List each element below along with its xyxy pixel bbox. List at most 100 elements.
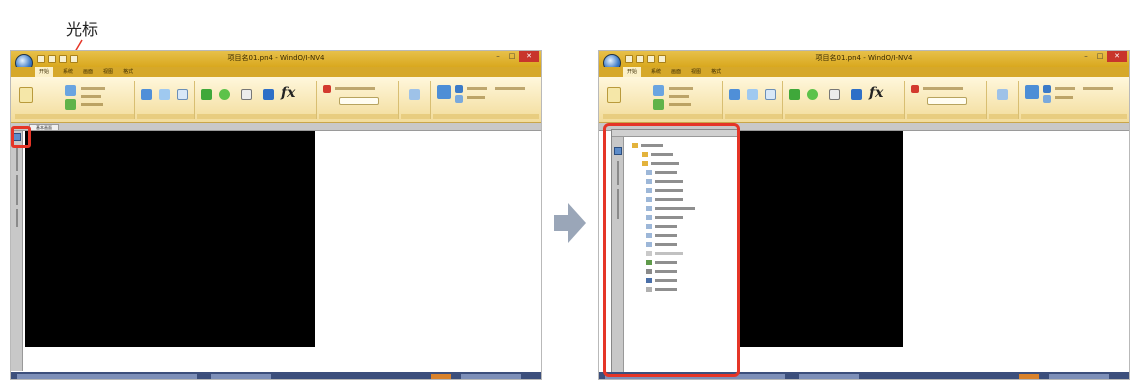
upload-icon[interactable] xyxy=(455,85,463,93)
delete-icon[interactable] xyxy=(911,85,919,93)
zoom-field[interactable] xyxy=(339,97,379,105)
group-label-bar xyxy=(433,114,539,119)
comparison-figure: 光标 项目名01.pn4 - WindO/I-NV4 – □ ✕ 开始 系统 画… xyxy=(0,0,1133,385)
group-label-bar xyxy=(137,114,194,119)
document-tab[interactable]: 基本画面 xyxy=(29,124,59,131)
side-tab-properties[interactable] xyxy=(16,209,18,227)
work-area xyxy=(903,131,1129,371)
select-icon[interactable] xyxy=(409,89,420,100)
compare-icon[interactable] xyxy=(455,95,463,103)
paste-icon[interactable] xyxy=(19,87,33,103)
download-icon[interactable] xyxy=(1025,85,1039,99)
open-icon[interactable] xyxy=(65,85,76,96)
paste-icon[interactable] xyxy=(607,87,621,103)
status-segment xyxy=(1019,374,1039,379)
ribbon-label xyxy=(335,87,375,90)
lamp-icon[interactable] xyxy=(807,89,818,100)
status-segment xyxy=(17,374,197,379)
switch-icon[interactable] xyxy=(201,89,212,100)
window-controls: – □ ✕ xyxy=(1079,51,1127,62)
text-icon[interactable] xyxy=(177,89,188,100)
ribbon-label xyxy=(669,103,691,106)
ribbon-group-clipboard xyxy=(15,81,135,119)
select-icon[interactable] xyxy=(997,89,1008,100)
document-tab-bar: 基本画面 xyxy=(11,123,541,131)
picture-icon[interactable] xyxy=(141,89,152,100)
save-icon[interactable] xyxy=(653,99,664,110)
group-label-bar xyxy=(907,114,986,119)
ribbon-label xyxy=(81,103,103,106)
ribbon-group-transfer xyxy=(433,81,539,119)
tab-view[interactable]: 视图 xyxy=(691,67,701,77)
window-title: 项目名01.pn4 - WindO/I-NV4 xyxy=(815,54,913,62)
tab-system[interactable]: 系统 xyxy=(651,67,661,77)
ribbon-label xyxy=(1055,87,1075,90)
ribbon-group-parts: fx xyxy=(197,81,317,119)
minimize-button[interactable]: – xyxy=(491,51,505,62)
maximize-button[interactable]: □ xyxy=(505,51,519,62)
switch-icon[interactable] xyxy=(789,89,800,100)
tab-view[interactable]: 视图 xyxy=(103,67,113,77)
ribbon-label xyxy=(923,87,963,90)
side-tab-objects[interactable] xyxy=(16,175,18,205)
zoom-slider[interactable] xyxy=(1049,374,1109,379)
ribbon-label xyxy=(1083,87,1113,90)
tab-home[interactable]: 开始 xyxy=(623,67,642,77)
numeric-icon[interactable] xyxy=(241,89,252,100)
picture-icon[interactable] xyxy=(729,89,740,100)
open-icon[interactable] xyxy=(653,85,664,96)
delete-icon[interactable] xyxy=(323,85,331,93)
work-area xyxy=(315,131,541,371)
app-window-before: 项目名01.pn4 - WindO/I-NV4 – □ ✕ 开始 系统 画面 视… xyxy=(10,50,542,380)
tab-screen[interactable]: 画面 xyxy=(83,67,93,77)
tab-format[interactable]: 格式 xyxy=(711,67,721,77)
ribbon-group-transfer xyxy=(1021,81,1127,119)
tab-format[interactable]: 格式 xyxy=(123,67,133,77)
ribbon-group-parts: fx xyxy=(785,81,905,119)
ribbon-group-select xyxy=(401,81,431,119)
screen-canvas[interactable] xyxy=(25,131,315,347)
download-icon[interactable] xyxy=(437,85,451,99)
zoom-field[interactable] xyxy=(927,97,967,105)
shape-icon[interactable] xyxy=(159,89,170,100)
tab-screen[interactable]: 画面 xyxy=(671,67,681,77)
tab-system[interactable]: 系统 xyxy=(63,67,73,77)
close-button[interactable]: ✕ xyxy=(519,51,539,62)
group-label-bar xyxy=(197,114,316,119)
zoom-slider[interactable] xyxy=(461,374,521,379)
minimize-button[interactable]: – xyxy=(1079,51,1093,62)
ribbon: fx xyxy=(11,77,541,123)
side-tab-project[interactable] xyxy=(16,147,18,171)
status-segment xyxy=(799,374,859,379)
group-label-bar xyxy=(319,114,398,119)
text-icon[interactable] xyxy=(765,89,776,100)
status-segment xyxy=(431,374,451,379)
numeric-icon[interactable] xyxy=(829,89,840,100)
right-arrow-icon xyxy=(554,203,586,243)
group-label-bar xyxy=(785,114,904,119)
ribbon-group-edit xyxy=(907,81,987,119)
graph-icon[interactable] xyxy=(263,89,274,100)
status-bar xyxy=(11,372,541,379)
titlebar: 项目名01.pn4 - WindO/I-NV4 – □ ✕ xyxy=(599,51,1129,72)
compare-icon[interactable] xyxy=(1043,95,1051,103)
script-fx-icon[interactable]: fx xyxy=(869,85,883,101)
tab-home[interactable]: 开始 xyxy=(35,67,54,77)
ribbon-label xyxy=(1055,96,1073,99)
ribbon-label xyxy=(669,87,693,90)
screen-canvas[interactable] xyxy=(739,131,903,347)
lamp-icon[interactable] xyxy=(219,89,230,100)
shape-icon[interactable] xyxy=(747,89,758,100)
group-label-bar xyxy=(989,114,1018,119)
upload-icon[interactable] xyxy=(1043,85,1051,93)
graph-icon[interactable] xyxy=(851,89,862,100)
save-icon[interactable] xyxy=(65,99,76,110)
titlebar: 项目名01.pn4 - WindO/I-NV4 – □ ✕ xyxy=(11,51,541,72)
group-label-bar xyxy=(603,114,722,119)
ribbon-group-draw xyxy=(725,81,783,119)
script-fx-icon[interactable]: fx xyxy=(281,85,295,101)
maximize-button[interactable]: □ xyxy=(1093,51,1107,62)
ribbon-label xyxy=(467,96,485,99)
close-button[interactable]: ✕ xyxy=(1107,51,1127,62)
cursor-highlight-box xyxy=(11,126,31,148)
